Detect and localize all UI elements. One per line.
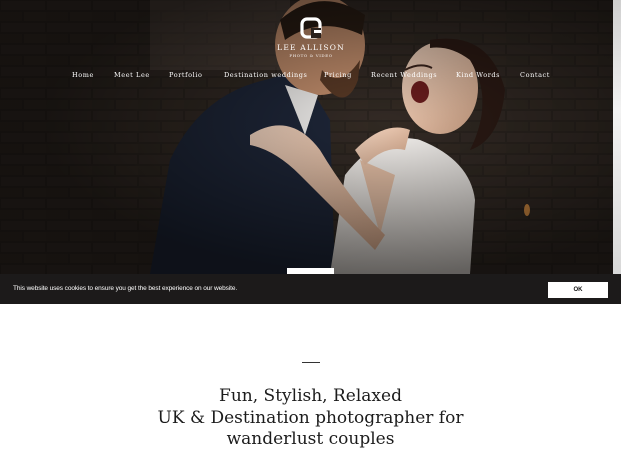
cookie-ok-button[interactable]: OK	[548, 282, 608, 298]
nav-item-destination-weddings[interactable]: Destination weddings	[224, 71, 308, 79]
brand-name: LEE ALLISON	[277, 43, 345, 52]
main-nav: Home Meet Lee Portfolio Destination wedd…	[0, 71, 621, 83]
nav-item-home[interactable]: Home	[72, 71, 94, 79]
nav-item-recent-weddings[interactable]: Recent Weddings	[371, 71, 437, 79]
intro-line-1: Fun, Stylish, Relaxed	[219, 386, 402, 406]
cookie-banner: This website uses cookies to ensure you …	[0, 274, 621, 304]
nav-item-portfolio[interactable]: Portfolio	[169, 71, 203, 79]
nav-item-pricing[interactable]: Pricing	[324, 71, 352, 79]
hero-section: LEE ALLISON PHOTO & VIDEO Home Meet Lee …	[0, 0, 621, 274]
nav-item-meet-lee[interactable]: Meet Lee	[114, 71, 150, 79]
intro-line-3: wanderlust couples	[226, 429, 395, 449]
square-a-monogram-icon	[300, 17, 322, 39]
intro-line-2: UK & Destination photographer for	[157, 407, 464, 428]
brand-tagline: PHOTO & VIDEO	[289, 53, 333, 58]
cookie-message: This website uses cookies to ensure you …	[13, 285, 238, 292]
hero-edge	[613, 0, 621, 274]
nav-item-contact[interactable]: Contact	[520, 71, 550, 79]
page: LEE ALLISON PHOTO & VIDEO Home Meet Lee …	[0, 0, 621, 461]
nav-item-kind-words[interactable]: Kind Words	[456, 71, 500, 79]
intro-heading: Fun, Stylish, Relaxed UK & Destination p…	[100, 386, 521, 451]
section-divider	[302, 362, 320, 363]
site-logo[interactable]: LEE ALLISON PHOTO & VIDEO	[270, 16, 352, 58]
